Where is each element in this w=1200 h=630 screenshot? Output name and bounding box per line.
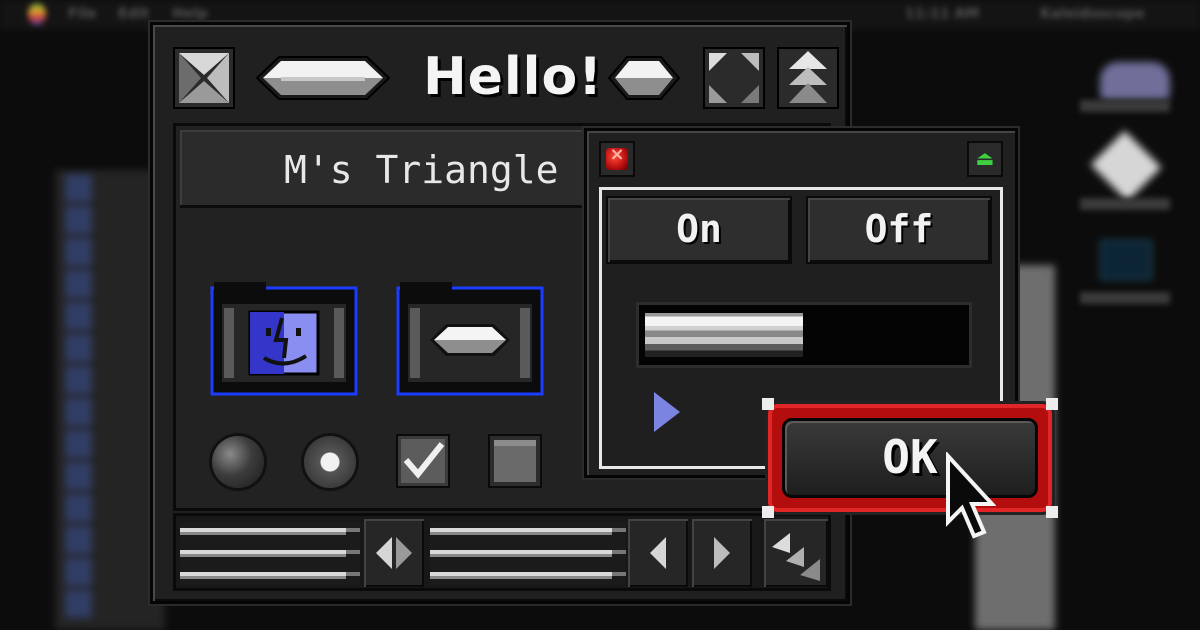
menu-help[interactable]: Help (172, 6, 208, 22)
title-bar-gem-left (255, 56, 391, 100)
horizontal-scrollbar[interactable] (173, 513, 831, 591)
radio-button-selected[interactable] (304, 436, 356, 488)
window-title: Hello! (423, 47, 603, 107)
title-bar[interactable]: Hello! (161, 33, 839, 125)
finder-folder-icon[interactable] (210, 278, 358, 396)
gem-folder-icon[interactable] (396, 278, 544, 396)
desktop-document-icon[interactable] (1090, 130, 1162, 202)
toggle-off-button[interactable]: Off (806, 196, 992, 264)
scroll-left-right-button[interactable] (364, 519, 424, 587)
collapse-arrow-icon: ⏏ (975, 146, 995, 170)
ok-button-focus-ring: OK (762, 398, 1058, 518)
desktop-monitor-icon[interactable] (1100, 240, 1152, 280)
checkbox-checked[interactable] (396, 434, 450, 488)
desktop-monitor-label (1080, 292, 1170, 304)
arrow-right-icon (714, 537, 730, 569)
grow-box-icon (772, 533, 820, 581)
desktop-disk-label (1080, 100, 1170, 112)
title-bar-gem-right (607, 56, 681, 100)
desktop-document-label (1080, 198, 1170, 210)
menu-edit[interactable]: Edit (118, 6, 149, 22)
zoom-box-icon[interactable] (703, 47, 765, 109)
menu-app-name[interactable]: Kaleidoscope (1040, 6, 1145, 22)
mouse-pointer-icon (946, 452, 996, 539)
selection-handle (762, 506, 774, 518)
progress-bar-fill (645, 313, 804, 357)
arrow-left-icon (650, 537, 666, 569)
selection-handle (1046, 506, 1058, 518)
selection-handle (762, 398, 774, 410)
resize-grow-box[interactable] (764, 519, 828, 587)
apple-menu-icon[interactable] (28, 3, 46, 25)
scrollbar-track[interactable] (430, 522, 626, 584)
play-triangle-icon[interactable] (654, 392, 680, 432)
toggle-on-button[interactable]: On (606, 196, 792, 264)
background-file-list (55, 170, 165, 630)
scroll-left-button[interactable] (628, 519, 688, 587)
scroll-right-button[interactable] (692, 519, 752, 587)
close-box-icon[interactable] (173, 47, 235, 109)
selection-handle (1046, 398, 1058, 410)
desktop-disk-icon[interactable] (1100, 62, 1170, 100)
ok-button[interactable]: OK (782, 418, 1038, 498)
checkbox-unchecked[interactable] (488, 434, 542, 488)
dialog-close-button[interactable]: × (599, 141, 635, 177)
windowshade-icon[interactable] (777, 47, 839, 109)
dialog-collapse-button[interactable]: ⏏ (967, 141, 1003, 177)
double-arrow-icon (376, 537, 412, 569)
radio-button-unselected[interactable] (212, 436, 264, 488)
menu-clock: 11:11 AM (905, 6, 980, 22)
close-x-icon: × (609, 144, 625, 165)
menu-file[interactable]: File (68, 6, 97, 22)
content-header-title: M's Triangle G (284, 148, 605, 192)
scrollbar-grip-left[interactable] (180, 522, 360, 584)
progress-bar (636, 302, 972, 368)
